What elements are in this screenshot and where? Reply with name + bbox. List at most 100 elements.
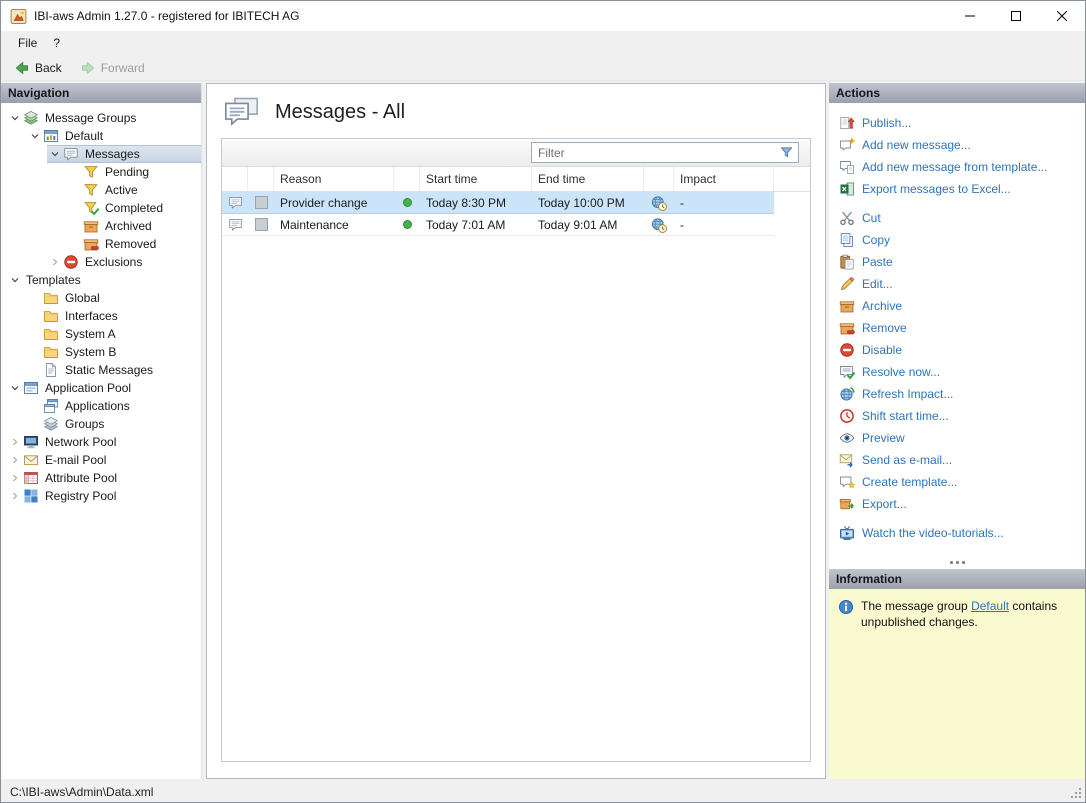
- filter-input[interactable]: [532, 146, 779, 160]
- back-arrow-icon: [14, 60, 30, 76]
- pencil-icon: [839, 276, 855, 292]
- tree-item-network-pool[interactable]: Network Pool: [1, 433, 201, 451]
- action-add-new-message[interactable]: Add new message...: [839, 134, 1079, 156]
- tree-item-pending[interactable]: Pending: [1, 163, 201, 181]
- tree-item-default[interactable]: Default: [1, 127, 201, 145]
- column-header-impact[interactable]: Impact: [674, 167, 774, 191]
- tree-item-application-pool[interactable]: Application Pool: [1, 379, 201, 397]
- action-edit[interactable]: Edit...: [839, 273, 1079, 295]
- cell-end-time: Today 9:01 AM: [532, 214, 644, 235]
- tree-item-attribute-pool[interactable]: Attribute Pool: [1, 469, 201, 487]
- close-button[interactable]: [1039, 1, 1085, 31]
- action-add-new-message-from-template[interactable]: Add new message from template...: [839, 156, 1079, 178]
- tree-item-global[interactable]: Global: [1, 289, 201, 307]
- default-group-link[interactable]: Default: [971, 599, 1009, 613]
- menu-file[interactable]: File: [10, 33, 45, 53]
- action-send-as-email[interactable]: Send as e-mail...: [839, 449, 1079, 471]
- table-empty-area: [222, 236, 810, 761]
- action-shift-start-time[interactable]: Shift start time...: [839, 405, 1079, 427]
- filter-bar: [222, 139, 810, 167]
- table-row[interactable]: Provider change Today 8:30 PM Today 10:0…: [222, 192, 810, 214]
- column-header-start-time[interactable]: Start time: [420, 167, 532, 191]
- folder-icon: [43, 290, 59, 306]
- tree-item-static-messages[interactable]: Static Messages: [1, 361, 201, 379]
- tree-item-templates[interactable]: Templates: [1, 271, 201, 289]
- chevron-right-icon[interactable]: [7, 434, 23, 450]
- tree-item-message-groups[interactable]: Message Groups: [1, 109, 201, 127]
- menu-help[interactable]: ?: [45, 33, 68, 53]
- tree-item-completed[interactable]: Completed: [1, 199, 201, 217]
- tree-item-registry-pool[interactable]: Registry Pool: [1, 487, 201, 505]
- resize-grip[interactable]: [1070, 787, 1081, 798]
- chevron-down-icon[interactable]: [7, 380, 23, 396]
- action-refresh-impact[interactable]: Refresh Impact...: [839, 383, 1079, 405]
- tree-item-system-a[interactable]: System A: [1, 325, 201, 343]
- action-publish[interactable]: Publish...: [839, 112, 1079, 134]
- information-message: The message group Default contains unpub…: [829, 589, 1085, 779]
- eye-icon: [839, 430, 855, 446]
- action-preview[interactable]: Preview: [839, 427, 1079, 449]
- tree-item-archived[interactable]: Archived: [1, 217, 201, 235]
- splitter-grip[interactable]: [829, 556, 1085, 569]
- funnel-icon: [83, 182, 99, 198]
- chevron-down-icon[interactable]: [7, 272, 23, 288]
- action-resolve-now[interactable]: Resolve now...: [839, 361, 1079, 383]
- chevron-down-icon[interactable]: [47, 146, 63, 162]
- tree-item-system-b[interactable]: System B: [1, 343, 201, 361]
- action-remove[interactable]: Remove: [839, 317, 1079, 339]
- action-label: Shift start time...: [862, 409, 949, 423]
- tree-item-label: Static Messages: [62, 363, 156, 377]
- tree-item-groups[interactable]: Groups: [1, 415, 201, 433]
- chevron-right-icon[interactable]: [47, 254, 63, 270]
- tree-item-label: Attribute Pool: [42, 471, 120, 485]
- row-checkbox[interactable]: [255, 218, 268, 231]
- copy-icon: [839, 232, 855, 248]
- tree-item-exclusions[interactable]: Exclusions: [1, 253, 201, 271]
- tree-item-interfaces[interactable]: Interfaces: [1, 307, 201, 325]
- column-header-impact-icon[interactable]: [644, 167, 674, 191]
- column-header-reason[interactable]: Reason: [274, 167, 394, 191]
- tree-item-email-pool[interactable]: E-mail Pool: [1, 451, 201, 469]
- action-export-messages-to-excel[interactable]: Export messages to Excel...: [839, 178, 1079, 200]
- action-copy[interactable]: Copy: [839, 229, 1079, 251]
- column-header-icon[interactable]: [222, 167, 248, 191]
- no-entry-icon: [839, 342, 855, 358]
- row-checkbox[interactable]: [255, 196, 268, 209]
- forward-button[interactable]: Forward: [75, 58, 154, 78]
- action-paste[interactable]: Paste: [839, 251, 1079, 273]
- navigation-tree: Message Groups Default: [1, 103, 201, 779]
- export-box-icon: [839, 496, 855, 512]
- table-body: Provider change Today 8:30 PM Today 10:0…: [222, 192, 810, 761]
- table-row[interactable]: Maintenance Today 7:01 AM Today 9:01 AM …: [222, 214, 810, 236]
- filter-funnel-icon[interactable]: [779, 145, 794, 160]
- chevron-right-icon[interactable]: [7, 470, 23, 486]
- chevron-down-icon[interactable]: [27, 128, 43, 144]
- cell-start-time: Today 8:30 PM: [420, 192, 532, 213]
- action-label: Send as e-mail...: [862, 453, 952, 467]
- chevron-down-icon[interactable]: [7, 110, 23, 126]
- maximize-button[interactable]: [993, 1, 1039, 31]
- tree-item-removed[interactable]: Removed: [1, 235, 201, 253]
- column-header-status[interactable]: [394, 167, 420, 191]
- back-button[interactable]: Back: [9, 58, 71, 78]
- chevron-right-icon[interactable]: [7, 452, 23, 468]
- minimize-button[interactable]: [947, 1, 993, 31]
- action-cut[interactable]: Cut: [839, 207, 1079, 229]
- action-watch-video-tutorials[interactable]: Watch the video-tutorials...: [839, 522, 1079, 544]
- tree-item-applications[interactable]: Applications: [1, 397, 201, 415]
- column-header-end-time[interactable]: End time: [532, 167, 644, 191]
- info-text: The message group Default contains unpub…: [861, 599, 1076, 630]
- back-label: Back: [35, 61, 62, 75]
- table-header-row: Reason Start time End time Impact: [222, 167, 810, 192]
- action-archive[interactable]: Archive: [839, 295, 1079, 317]
- action-export[interactable]: Export...: [839, 493, 1079, 515]
- tree-item-active[interactable]: Active: [1, 181, 201, 199]
- column-header-checkbox[interactable]: [248, 167, 274, 191]
- actions-panel: Actions Publish... Add new message...: [829, 83, 1085, 569]
- globe-clock-icon: [651, 217, 667, 233]
- tree-item-messages[interactable]: Messages: [1, 145, 201, 163]
- action-create-template[interactable]: Create template...: [839, 471, 1079, 493]
- action-disable[interactable]: Disable: [839, 339, 1079, 361]
- resolve-check-icon: [839, 364, 855, 380]
- chevron-right-icon[interactable]: [7, 488, 23, 504]
